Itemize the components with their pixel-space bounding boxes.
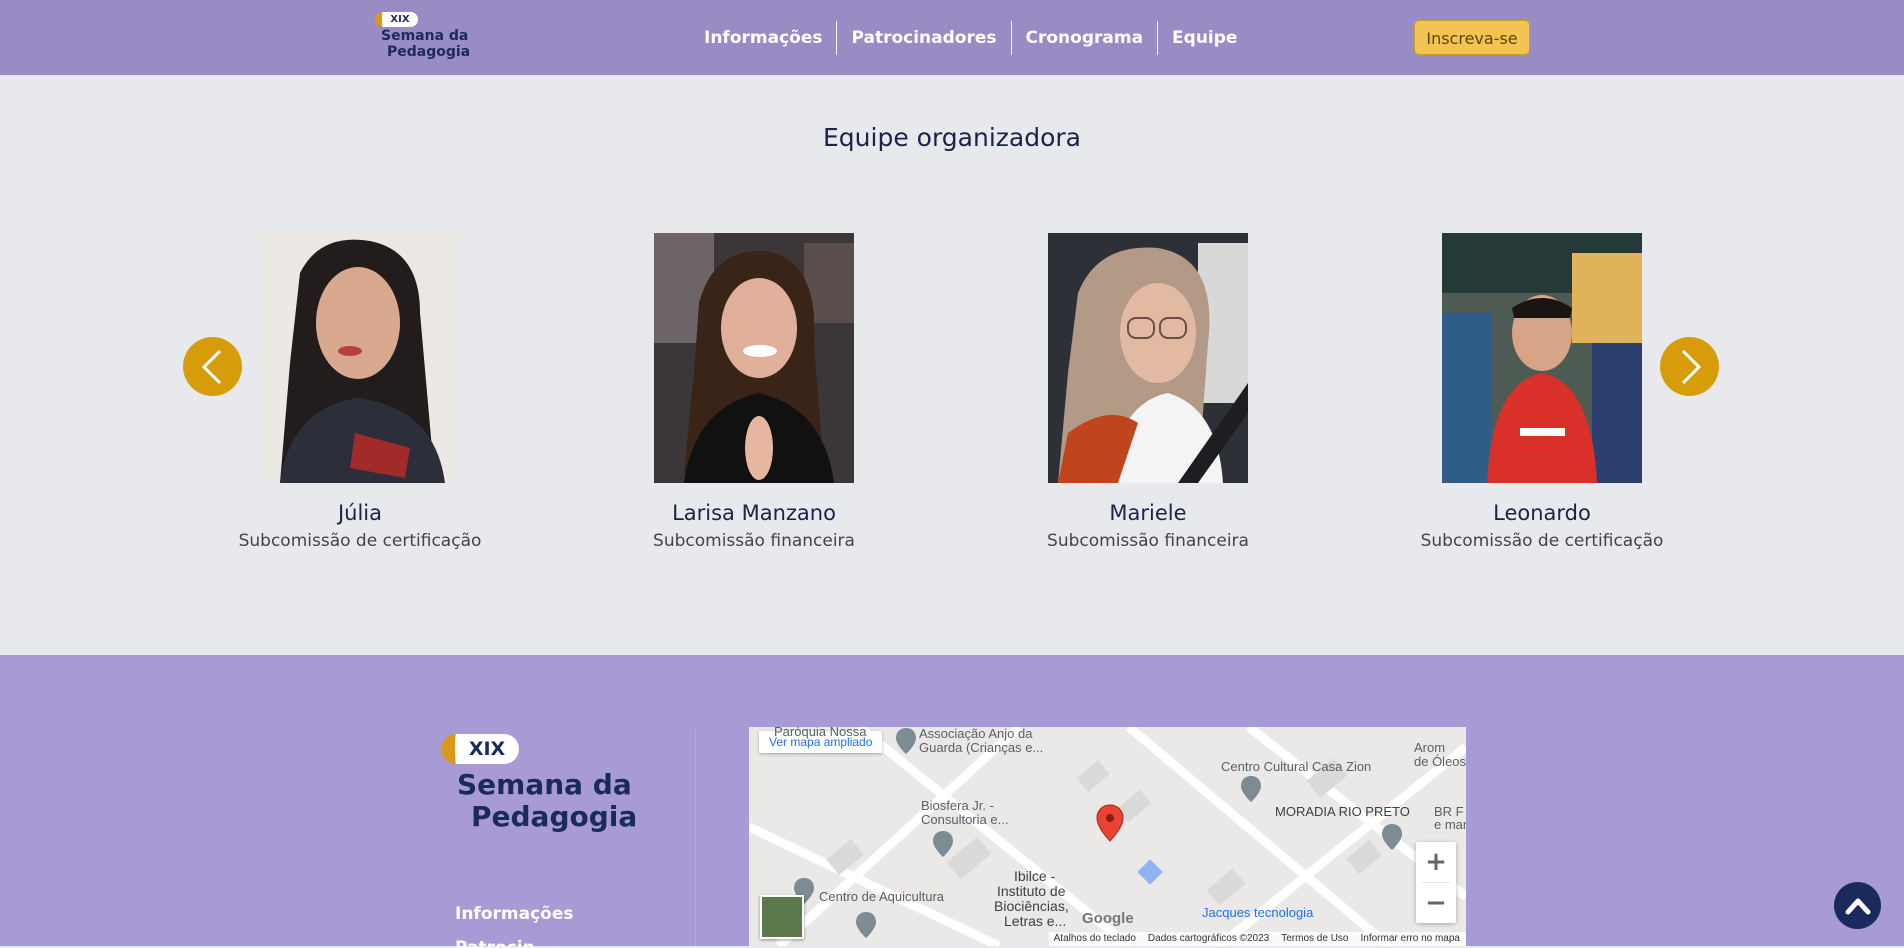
member-photo bbox=[1442, 233, 1642, 483]
map-poi-icon bbox=[933, 831, 953, 857]
map-place-label: Letras e... bbox=[1004, 913, 1067, 929]
team-member-card: Leonardo Subcomissão de certificação bbox=[1412, 233, 1672, 551]
map-place-label: Paróquia Nossa bbox=[774, 727, 867, 739]
chevron-up-icon bbox=[1845, 898, 1870, 914]
member-photo bbox=[1048, 233, 1248, 483]
footer-link-informacoes[interactable]: Informações bbox=[455, 904, 573, 924]
map-place-label: Centro Cultural Casa Zion bbox=[1221, 759, 1372, 774]
map-poi-icon bbox=[1382, 824, 1402, 850]
map-place-label: Instituto de bbox=[997, 883, 1066, 899]
site-logo[interactable]: XIX Semana da Pedagogia bbox=[373, 12, 471, 64]
member-role: Subcomissão financeira bbox=[1047, 531, 1249, 551]
chevron-left-icon bbox=[201, 349, 221, 384]
member-role: Subcomissão de certificação bbox=[238, 531, 482, 551]
logo-badge: XIX bbox=[375, 12, 418, 27]
logo-line-1: Semana da bbox=[381, 28, 469, 44]
member-photo bbox=[260, 233, 460, 483]
satellite-toggle-button[interactable] bbox=[760, 895, 804, 939]
signup-button[interactable]: Inscreva-se bbox=[1414, 20, 1530, 55]
nav-cronograma[interactable]: Cronograma bbox=[1012, 21, 1158, 55]
map-poi-icon bbox=[856, 912, 876, 938]
member-name: Mariele bbox=[1109, 501, 1187, 525]
zoom-in-button[interactable]: + bbox=[1416, 842, 1456, 882]
map-place-label: MORADIA RIO PRETO bbox=[1275, 804, 1410, 819]
member-role: Subcomissão financeira bbox=[653, 531, 855, 551]
member-name: Leonardo bbox=[1493, 501, 1591, 525]
map-place-label: Ibilce - bbox=[1014, 868, 1056, 884]
footer-link-patrocinadores[interactable]: Patrocinadores bbox=[455, 938, 535, 948]
site-header: XIX Semana da Pedagogia Informações Patr… bbox=[0, 0, 1904, 75]
map-poi-icon bbox=[896, 728, 916, 754]
member-photo bbox=[654, 233, 854, 483]
back-to-top-button[interactable] bbox=[1834, 882, 1881, 929]
keyboard-shortcuts-link[interactable]: Atalhos do teclado bbox=[1054, 932, 1136, 946]
logo-badge: XIX bbox=[441, 734, 519, 764]
footer-logo[interactable]: XIX Semana da Pedagogia bbox=[437, 730, 637, 840]
nav-divider bbox=[1157, 21, 1159, 55]
map-place-label: de Óleos bbox=[1414, 754, 1466, 769]
map-place-label: e manu bbox=[1434, 817, 1466, 832]
embedded-map[interactable]: Ver mapa ampliado Paróquia Nossa Associa… bbox=[749, 727, 1466, 946]
team-member-card: Larisa Manzano Subcomissão financeira bbox=[624, 233, 884, 551]
zoom-out-button[interactable]: − bbox=[1416, 883, 1456, 923]
chevron-right-icon bbox=[1681, 349, 1701, 384]
google-logo: Google bbox=[1082, 910, 1134, 927]
map-data-label: Dados cartográficos ©2023 bbox=[1147, 933, 1270, 944]
member-role: Subcomissão de certificação bbox=[1420, 531, 1664, 551]
nav-divider bbox=[1010, 21, 1012, 55]
map-place-label: Biociências, bbox=[994, 898, 1069, 914]
report-error-link[interactable]: Informar erro no mapa bbox=[1361, 932, 1461, 946]
team-member-card: Júlia Subcomissão de certificação bbox=[230, 233, 490, 551]
map-zoom-controls: + − bbox=[1416, 842, 1456, 923]
map-place-label: Biosfera Jr. - bbox=[921, 798, 994, 813]
team-member-card: Mariele Subcomissão financeira bbox=[1018, 233, 1278, 551]
footer-divider bbox=[695, 730, 696, 946]
terms-link[interactable]: Termos de Uso bbox=[1281, 932, 1348, 946]
map-place-label: Jacques tecnologia bbox=[1202, 905, 1314, 920]
map-place-label: Consultoria e... bbox=[921, 812, 1009, 827]
map-marker-icon[interactable] bbox=[1095, 803, 1125, 843]
map-place-label: Associação Anjo da bbox=[919, 727, 1033, 741]
member-name: Larisa Manzano bbox=[672, 501, 836, 525]
nav-informacoes[interactable]: Informações bbox=[690, 21, 836, 55]
map-place-label: Arom bbox=[1414, 740, 1446, 755]
map-place-label: Centro de Aquicultura bbox=[819, 889, 945, 904]
logo-line-2: Pedagogia bbox=[387, 44, 471, 60]
team-section-title: Equipe organizadora bbox=[823, 123, 1081, 152]
nav-patrocinadores[interactable]: Patrocinadores bbox=[837, 21, 1010, 55]
member-name: Júlia bbox=[337, 501, 383, 525]
logo-line-1: Semana da bbox=[457, 768, 632, 801]
nav-divider bbox=[836, 21, 838, 55]
nav-equipe[interactable]: Equipe bbox=[1158, 21, 1251, 55]
main-nav: Informações Patrocinadores Cronograma Eq… bbox=[690, 21, 1251, 55]
map-poi-icon bbox=[1241, 776, 1261, 802]
map-place-label: Guarda (Crianças e... bbox=[919, 740, 1044, 755]
map-attribution-bar: Atalhos do teclado Dados cartográficos ©… bbox=[1049, 932, 1466, 946]
logo-line-2: Pedagogia bbox=[471, 800, 638, 833]
